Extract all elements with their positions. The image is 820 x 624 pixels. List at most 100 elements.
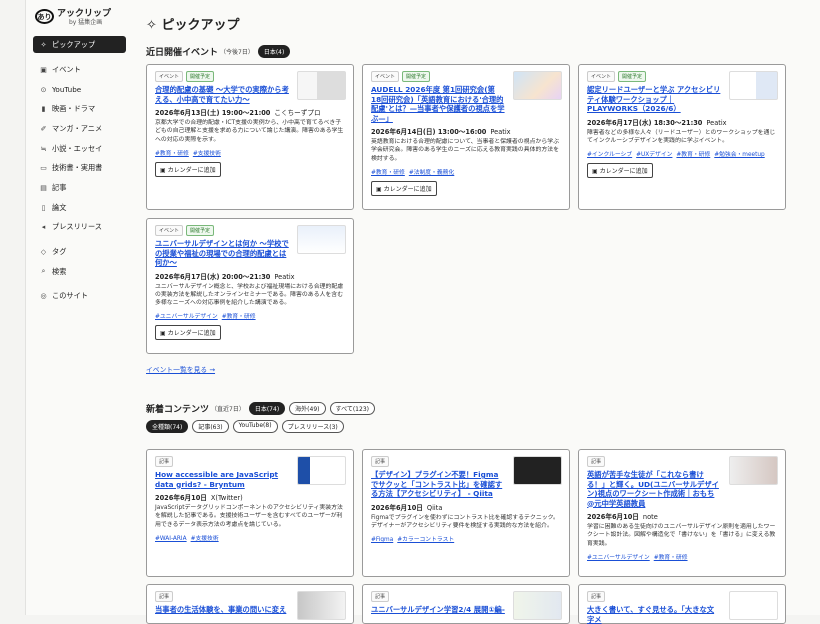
card-hashtags: #WAI-ARIA #支援技術 [155, 533, 345, 542]
hashtag-link[interactable]: #教育・研修 [654, 555, 688, 561]
nav-icon: ✐ [40, 124, 47, 133]
card-date-text: 2026年6月14日(日) 13:00〜16:00 [371, 128, 487, 136]
category-badge: イベント [155, 225, 184, 236]
hashtag-link[interactable]: #教育・研修 [222, 314, 256, 320]
hashtag-link[interactable]: #教育・研修 [155, 151, 189, 157]
type-filter-3[interactable]: プレスリリース(3) [281, 420, 344, 433]
sidebar-item-0[interactable]: ✧ ピックアップ [33, 36, 126, 53]
content-card: 記事ユニバーサルデザイン学習2/4 展開①編- [362, 584, 570, 624]
sidebar-item-11[interactable]: ⌕ 検索 [33, 262, 126, 282]
sidebar-item-8[interactable]: ▯ 論文 [33, 198, 126, 218]
card-thumbnail[interactable] [297, 591, 346, 620]
sidebar-nav: ✧ ピックアップ ▣ イベント ⊙ YouTube ▮ 映画・ドラマ ✐ マンガ・アニメ ≒ 小説・エ… [33, 36, 126, 306]
type-filter-1[interactable]: 記事(63) [192, 420, 229, 433]
add-to-calendar-button[interactable]: ▣ カレンダーに追加 [155, 161, 221, 177]
site-logo[interactable]: あり アックリップ by 猛集企画 [35, 9, 111, 27]
card-title-link[interactable]: ユニバーサルデザインとは何か 〜学校での授業や福祉の現場での合理的配慮とは何か〜 [155, 239, 289, 268]
hashtag-link[interactable]: #UXデザイン [636, 152, 672, 158]
hashtag-link[interactable]: #インクルーシブ [587, 152, 632, 158]
hashtag-link[interactable]: #WAI-ARIA [155, 536, 187, 542]
content-card: 記事 英語が苦手な生徒が「これなら書ける！」と輝く。UD(ユニバーサルデザイン)視… [578, 449, 786, 577]
card-description: ユニバーサルデザイン概念と、学校および福祉現場における合理的配慮の実装方法を解説… [155, 283, 344, 307]
card-source: X(Twitter) [210, 494, 243, 502]
sidebar-item-2[interactable]: ⊙ YouTube [33, 80, 126, 100]
hashtag-link[interactable]: #教育・研修 [676, 152, 710, 158]
add-to-calendar-button[interactable]: ▣ カレンダーに追加 [155, 325, 221, 341]
card-source: Peatix [706, 118, 727, 127]
nav-icon: ⊙ [40, 85, 47, 94]
card-thumbnail[interactable] [513, 456, 562, 485]
card-thumbnail[interactable] [513, 591, 562, 620]
card-thumbnail[interactable] [513, 71, 562, 100]
region-filter-1[interactable]: 海外(49) [289, 402, 326, 415]
card-title-link[interactable]: ユニバーサルデザイン学習2/4 展開①編- [371, 605, 505, 615]
sidebar-item-10[interactable]: ◇ タグ [33, 242, 126, 262]
events-heading: 近日開催イベント （今後7日） 日本(4) [146, 45, 291, 58]
card-title-link[interactable]: AUDELL 2026年度 第1回研究会(第18回研究会)「英語教育における'合… [371, 85, 505, 123]
events-more-link[interactable]: イベント一覧を見る → [146, 364, 215, 374]
sidebar-item-label: イベント [52, 64, 81, 74]
card-thumbnail[interactable] [729, 591, 778, 620]
sidebar-item-label: マンガ・アニメ [52, 123, 103, 133]
sidebar-item-4[interactable]: ✐ マンガ・アニメ [33, 119, 126, 139]
sidebar-item-1[interactable]: ▣ イベント [33, 60, 126, 80]
nav-icon: ◇ [40, 248, 47, 257]
card-title-link[interactable]: 合理的配慮の基礎 〜大学での実際から考える、小中高で育てたい力〜 [155, 85, 289, 104]
card-description: JavaScriptデータグリッドコンポーネントのアクセシビリティ実装方法を解説… [155, 505, 343, 528]
nav-icon: ◎ [40, 292, 47, 301]
card-title-link[interactable]: 認定リードユーザーと学ぶ アクセシビリティ体験ワークショップ｜PLAYWORKS… [587, 85, 721, 114]
hashtag-link[interactable]: #カラーコントラスト [397, 537, 454, 543]
sidebar-item-label: 小説・エッセイ [52, 143, 103, 153]
card-date: 2026年6月17日(水) 20:00〜21:30 Peatix [155, 271, 345, 281]
card-date: 2026年6月13日(土) 19:00〜21:00 こくちーずプロ [155, 107, 345, 117]
events-card: イベント 開催予定 AUDELL 2026年度 第1回研究会(第18回研究会)「英語… [362, 64, 570, 210]
category-badge: 記事 [371, 591, 390, 602]
region-filter-0[interactable]: 日本(74) [248, 402, 286, 415]
card-description: Figmaでプラグインを使わずにコントラスト比を確認するテクニック。デザイナーが… [371, 514, 559, 529]
hashtag-link[interactable]: #勉強会・meetup [714, 152, 764, 158]
content-heading: 新着コンテンツ （直近7日） 日本(74) 海外(49) すべて(123) [146, 402, 375, 415]
card-thumbnail[interactable] [297, 456, 346, 485]
type-filter-2[interactable]: YouTube(8) [232, 420, 278, 433]
card-thumbnail[interactable] [729, 456, 778, 485]
card-thumbnail[interactable] [729, 71, 778, 100]
sidebar-item-label: 技術書・実用書 [52, 163, 103, 173]
sidebar-item-12[interactable]: ◎ このサイト [33, 287, 126, 307]
card-thumbnail[interactable] [297, 71, 346, 100]
sidebar-item-9[interactable]: ◂ プレスリリース [33, 218, 126, 238]
card-date-text: 2026年6月10日 [155, 494, 207, 502]
add-to-calendar-button[interactable]: ▣ カレンダーに追加 [371, 180, 437, 196]
card-date-text: 2026年6月13日(土) 19:00〜21:00 [155, 109, 271, 117]
card-title-link[interactable]: 【デザイン】プラグイン不要！Figmaでサクッと「コントラスト比」を確認する方法… [371, 470, 505, 499]
card-title-link[interactable]: How accessible are JavaScript data grids… [155, 470, 289, 489]
page-title: ✧ ピックアップ [146, 18, 240, 33]
card-description: 障害者などの多様な人々（リードユーザー）とのワークショップを通じてインクルーシブ… [587, 129, 776, 144]
nav-icon: ▣ [40, 65, 47, 74]
nav-icon: ▮ [41, 105, 46, 114]
hashtag-link[interactable]: #ユニバーサルデザイン [155, 314, 218, 320]
sidebar-item-label: 論文 [52, 202, 67, 212]
card-date-text: 2026年6月10日 [371, 503, 423, 512]
card-title-link[interactable]: 当事者の生活体験を、事業の問いに変え [155, 605, 289, 615]
hashtag-link[interactable]: #Figma [371, 537, 393, 543]
hashtag-link[interactable]: #支援技術 [191, 536, 219, 542]
nav-icon: ✧ [40, 40, 47, 49]
sidebar-item-6[interactable]: ▭ 技術書・実用書 [33, 158, 126, 178]
card-hashtags: #教育・研修 #支援技術 [155, 148, 345, 157]
add-to-calendar-button[interactable]: ▣ カレンダーに追加 [587, 163, 653, 179]
events-card: イベント 開催予定 ユニバーサルデザインとは何か 〜学校での授業や福祉の現場での合理… [146, 218, 354, 354]
region-filter-2[interactable]: すべて(123) [329, 402, 375, 415]
hashtag-link[interactable]: #ユニバーサルデザイン [587, 555, 650, 561]
card-thumbnail[interactable] [297, 225, 346, 254]
type-filter-0[interactable]: 全種類(74) [146, 420, 189, 433]
region-filter-japan[interactable]: 日本(4) [257, 45, 291, 58]
card-source: こくちーずプロ [274, 109, 321, 117]
hashtag-link[interactable]: #支援技術 [193, 151, 221, 157]
sidebar-item-7[interactable]: ▤ 記事 [33, 178, 126, 198]
card-title-link[interactable]: 英語が苦手な生徒が「これなら書ける！」と輝く。UD(ユニバーサルデザイン)視点の… [587, 470, 721, 508]
sidebar-item-5[interactable]: ≒ 小説・エッセイ [33, 139, 126, 159]
card-hashtags: #教育・研修 #法制度・義務化 [371, 167, 561, 176]
hashtag-link[interactable]: #法制度・義務化 [409, 170, 454, 176]
hashtag-link[interactable]: #教育・研修 [371, 170, 405, 176]
sidebar-item-3[interactable]: ▮ 映画・ドラマ [33, 99, 126, 119]
